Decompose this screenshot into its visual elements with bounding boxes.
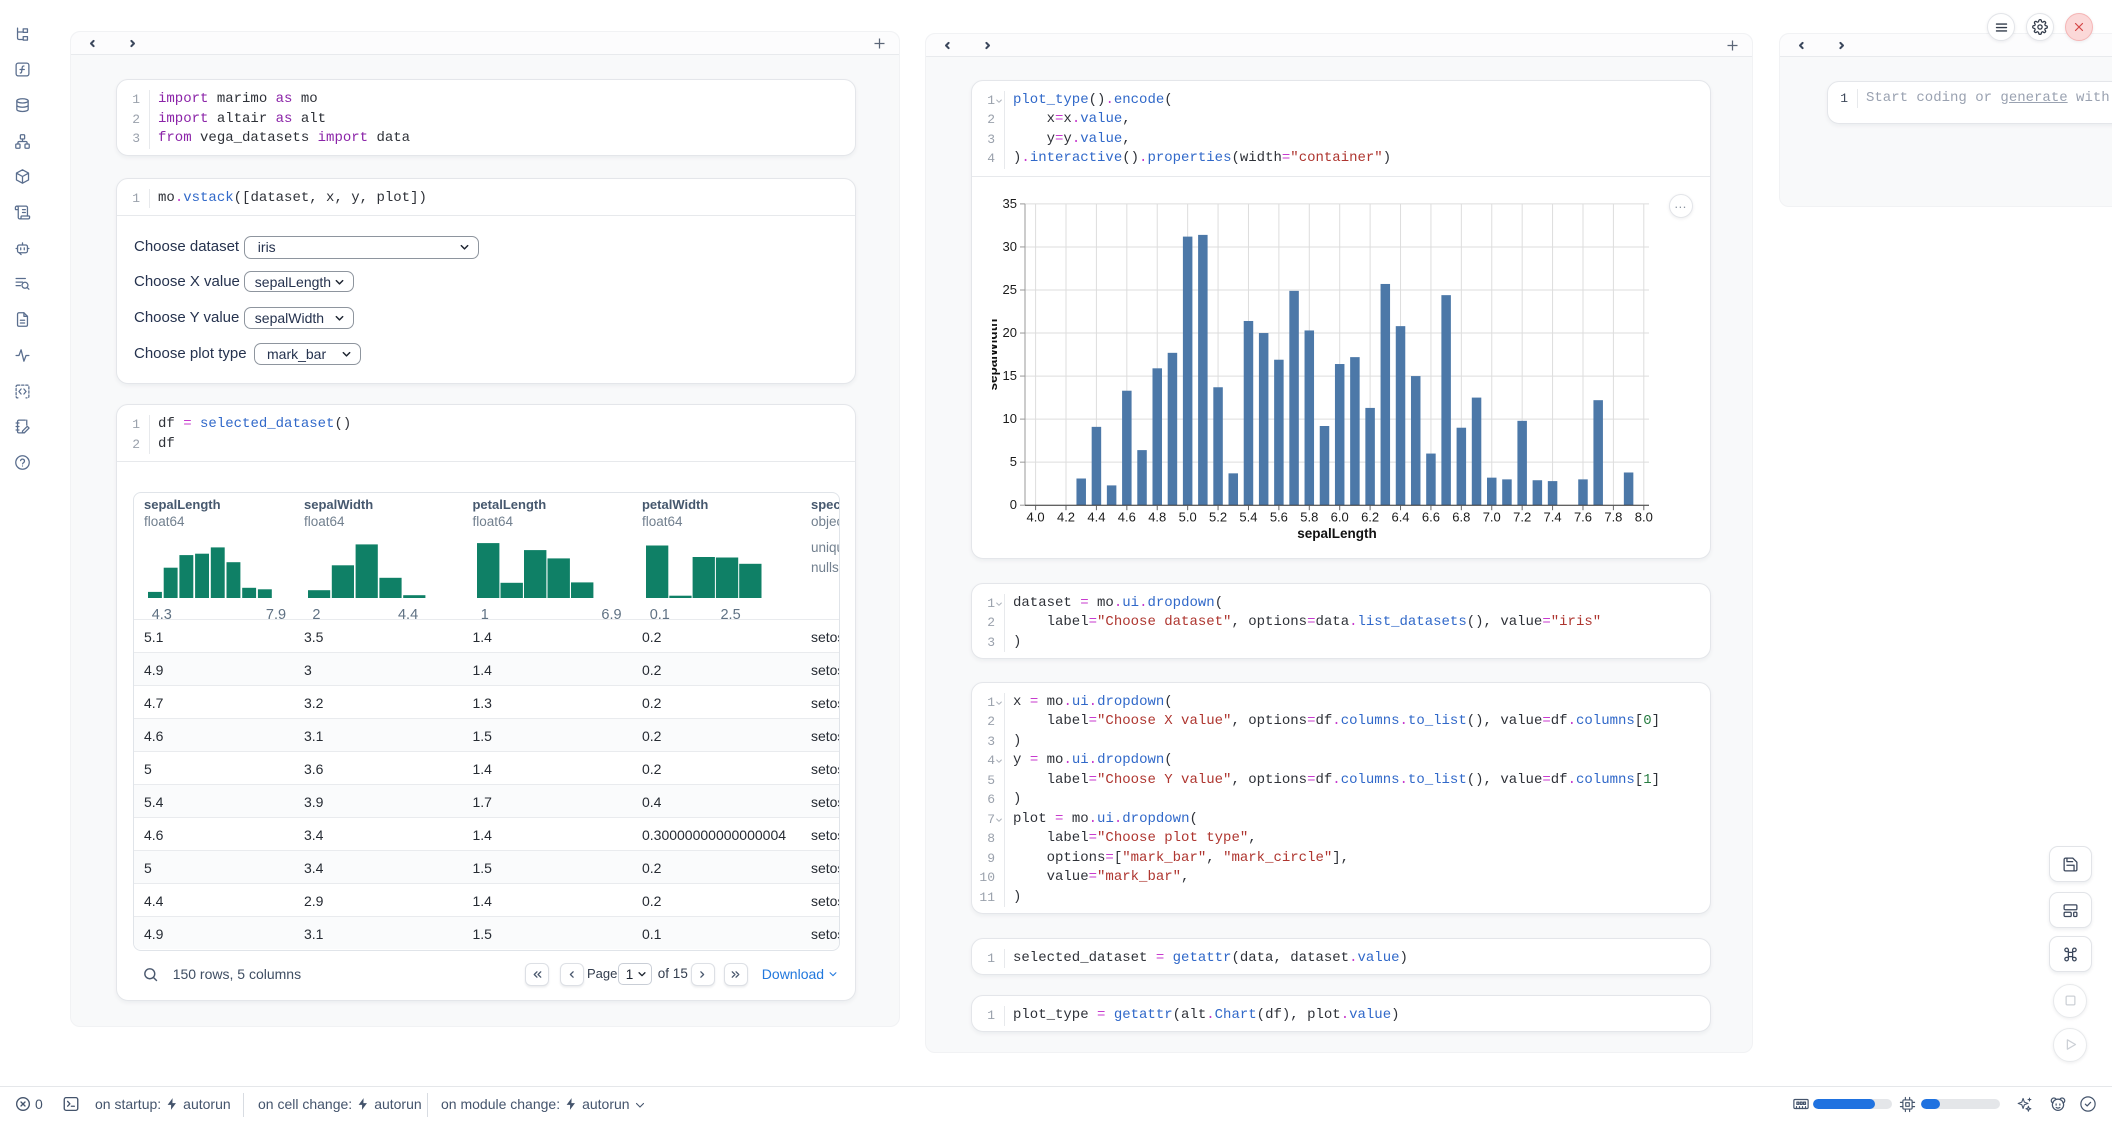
svg-text:30: 30	[1003, 238, 1017, 253]
svg-text:sepalLength: sepalLength	[1297, 526, 1377, 541]
svg-text:7.4: 7.4	[1544, 509, 1562, 524]
svg-text:0: 0	[1010, 497, 1017, 512]
svg-text:7.6: 7.6	[1574, 509, 1592, 524]
svg-text:6.6: 6.6	[1422, 509, 1440, 524]
svg-text:6.0: 6.0	[1331, 509, 1349, 524]
svg-text:6.8: 6.8	[1452, 509, 1470, 524]
svg-text:7.8: 7.8	[1604, 509, 1622, 524]
svg-text:4.6: 4.6	[1118, 509, 1136, 524]
svg-text:5.6: 5.6	[1270, 509, 1288, 524]
svg-text:5.8: 5.8	[1300, 509, 1318, 524]
svg-text:5.2: 5.2	[1209, 509, 1227, 524]
svg-text:5.4: 5.4	[1239, 509, 1257, 524]
svg-text:4.4: 4.4	[1087, 509, 1105, 524]
svg-text:5.0: 5.0	[1179, 509, 1197, 524]
svg-text:sepalWidth: sepalWidth	[992, 318, 1000, 390]
svg-text:6.4: 6.4	[1391, 509, 1409, 524]
svg-text:7.2: 7.2	[1513, 509, 1531, 524]
svg-text:20: 20	[1003, 325, 1017, 340]
svg-text:10: 10	[1003, 411, 1017, 426]
svg-text:25: 25	[1003, 281, 1017, 296]
svg-text:4.8: 4.8	[1148, 509, 1166, 524]
svg-text:5: 5	[1010, 454, 1017, 469]
svg-text:6.2: 6.2	[1361, 509, 1379, 524]
svg-text:4.0: 4.0	[1027, 509, 1045, 524]
svg-text:7.0: 7.0	[1483, 509, 1501, 524]
svg-text:8.0: 8.0	[1635, 509, 1653, 524]
svg-text:15: 15	[1003, 368, 1017, 383]
svg-text:35: 35	[1003, 195, 1017, 210]
svg-text:4.2: 4.2	[1057, 509, 1075, 524]
